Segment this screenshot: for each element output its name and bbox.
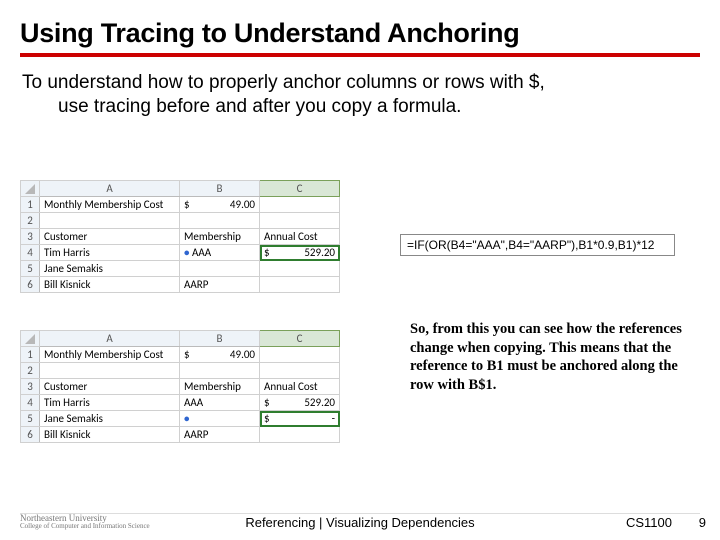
cell-b6[interactable]: AARP [180, 277, 260, 293]
cell-a3[interactable]: Customer [40, 379, 180, 395]
dollar-sign: $ [184, 198, 190, 211]
dollar-sign: $ [264, 412, 270, 425]
cell-a4[interactable]: Tim Harris [40, 395, 180, 411]
cell-b5[interactable] [180, 261, 260, 277]
cell-a5[interactable]: Jane Semakis [40, 261, 180, 277]
cell-b1[interactable]: $49.00 [180, 347, 260, 363]
cell-value: 49.00 [230, 198, 255, 211]
cell-a2[interactable] [40, 213, 180, 229]
title-underline [20, 53, 700, 57]
select-all-corner[interactable] [21, 181, 40, 197]
cell-c6[interactable] [260, 277, 340, 293]
cell-c5-selected[interactable]: $- [260, 411, 340, 427]
cell-a6[interactable]: Bill Kisnick [40, 277, 180, 293]
col-header-a[interactable]: A [40, 331, 180, 347]
cell-value: 529.20 [304, 396, 335, 409]
cell-a6[interactable]: Bill Kisnick [40, 427, 180, 443]
row-header[interactable]: 5 [21, 261, 40, 277]
explanation-text: So, from this you can see how the refere… [410, 320, 690, 394]
cell-c3[interactable]: Annual Cost [260, 229, 340, 245]
formula-callout: =IF(OR(B4="AAA",B4="AARP"),B1*0.9,B1)*12 [400, 234, 675, 256]
cell-a2[interactable] [40, 363, 180, 379]
col-header-c-selected[interactable]: C [260, 331, 340, 347]
sheet-table-bottom: A B C 1 Monthly Membership Cost $49.00 2… [20, 330, 340, 443]
cell-value: 49.00 [230, 348, 255, 361]
col-header-a[interactable]: A [40, 181, 180, 197]
col-header-b[interactable]: B [180, 331, 260, 347]
cell-c4[interactable]: $529.20 [260, 395, 340, 411]
footer-center: Referencing | Visualizing Dependencies [0, 515, 720, 530]
row-header[interactable]: 5 [21, 411, 40, 427]
cell-a1[interactable]: Monthly Membership Cost [40, 347, 180, 363]
cell-c6[interactable] [260, 427, 340, 443]
slide-title: Using Tracing to Understand Anchoring [20, 18, 700, 49]
cell-b3[interactable]: Membership [180, 379, 260, 395]
row-header[interactable]: 4 [21, 245, 40, 261]
cell-value: 529.20 [304, 246, 335, 259]
cell-a1[interactable]: Monthly Membership Cost [40, 197, 180, 213]
cell-b4[interactable]: • AAA [180, 245, 260, 261]
cell-c3[interactable]: Annual Cost [260, 379, 340, 395]
cell-c1[interactable] [260, 197, 340, 213]
footer: Northeastern University College of Compu… [0, 512, 720, 534]
row-header[interactable]: 6 [21, 277, 40, 293]
spreadsheet-bottom: A B C 1 Monthly Membership Cost $49.00 2… [20, 330, 340, 443]
cell-value: AAA [192, 246, 211, 259]
dollar-sign: $ [184, 348, 190, 361]
cell-b3[interactable]: Membership [180, 229, 260, 245]
cell-a4[interactable]: Tim Harris [40, 245, 180, 261]
trace-dot-icon: • [184, 246, 189, 259]
cell-c5[interactable] [260, 261, 340, 277]
cell-a5[interactable]: Jane Semakis [40, 411, 180, 427]
footer-page: 9 [699, 515, 706, 530]
cell-b4[interactable]: AAA [180, 395, 260, 411]
row-header[interactable]: 4 [21, 395, 40, 411]
cell-c2[interactable] [260, 363, 340, 379]
cell-b2[interactable] [180, 213, 260, 229]
row-header[interactable]: 3 [21, 229, 40, 245]
cell-b2[interactable] [180, 363, 260, 379]
col-header-c-selected[interactable]: C [260, 181, 340, 197]
select-all-corner[interactable] [21, 331, 40, 347]
row-header[interactable]: 6 [21, 427, 40, 443]
cell-c4-selected[interactable]: $529.20 [260, 245, 340, 261]
trace-dot-icon: • [184, 412, 189, 425]
dollar-sign: $ [264, 396, 270, 409]
cell-b6[interactable]: AARP [180, 427, 260, 443]
cell-a3[interactable]: Customer [40, 229, 180, 245]
cell-value: - [332, 412, 335, 425]
spreadsheet-top: A B C 1 Monthly Membership Cost $49.00 2… [20, 180, 340, 293]
cell-c2[interactable] [260, 213, 340, 229]
footer-course: CS1100 [626, 515, 672, 530]
dollar-sign: $ [264, 246, 270, 259]
row-header[interactable]: 3 [21, 379, 40, 395]
row-header[interactable]: 2 [21, 213, 40, 229]
body-paragraph: To understand how to properly anchor col… [20, 71, 700, 119]
sheet-table-top: A B C 1 Monthly Membership Cost $49.00 2… [20, 180, 340, 293]
cell-c1[interactable] [260, 347, 340, 363]
cell-b5[interactable]: • [180, 411, 260, 427]
row-header[interactable]: 1 [21, 197, 40, 213]
cell-b1[interactable]: $49.00 [180, 197, 260, 213]
body-line-1: To understand how to properly anchor col… [22, 72, 545, 93]
col-header-b[interactable]: B [180, 181, 260, 197]
body-line-2: use tracing before and after you copy a … [22, 95, 700, 119]
row-header[interactable]: 2 [21, 363, 40, 379]
row-header[interactable]: 1 [21, 347, 40, 363]
